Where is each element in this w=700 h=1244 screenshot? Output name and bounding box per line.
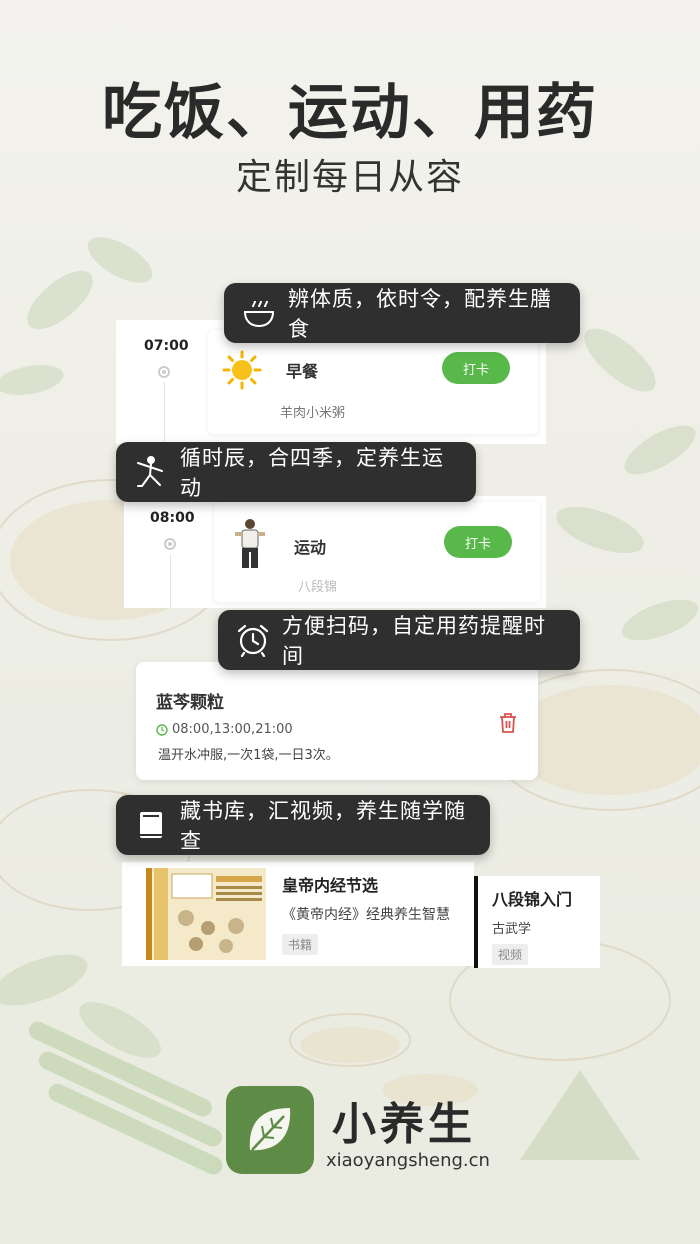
- app-name: 小养生: [332, 1099, 476, 1150]
- app-logo: [226, 1086, 314, 1174]
- exercise-item: 运动 八段锦 打卡: [214, 502, 540, 602]
- exercise-schedule-card: 08:00 运动 八段锦 打卡: [124, 496, 546, 608]
- video-title: 八段锦入门: [492, 890, 573, 909]
- timeline-dot: [158, 366, 170, 378]
- feature-text-library: 藏书库，汇视频，养生随学随查: [180, 799, 466, 853]
- video-description: 古武学: [492, 922, 532, 937]
- meal-checkin-button[interactable]: 打卡: [442, 352, 510, 384]
- bowl-icon: [242, 296, 276, 330]
- book-description: 《黄帝内经》经典养生智慧: [282, 907, 450, 923]
- alarm-clock-icon: [236, 623, 270, 657]
- book-title: 皇帝内经节选: [282, 876, 379, 895]
- exercise-title: 运动: [294, 538, 327, 557]
- timeline-line: [170, 554, 171, 608]
- medicine-times: 08:00,13:00,21:00: [156, 722, 293, 737]
- leaf-icon: [240, 1100, 300, 1160]
- feature-pill-medicine: 方便扫码，自定用药提醒时间: [218, 610, 580, 670]
- timeline-dot: [164, 538, 176, 550]
- timeline-line: [164, 382, 165, 444]
- video-tag: 视频: [492, 944, 529, 965]
- medicine-reminder-card: 蓝芩颗粒 08:00,13:00,21:00 温开水冲服,一次1袋,一日3次。: [136, 662, 538, 780]
- medicine-times-text: 08:00,13:00,21:00: [172, 722, 293, 737]
- subheadline: 定制每日从容: [235, 157, 464, 198]
- feature-pill-library: 藏书库，汇视频，养生随学随查: [116, 795, 490, 855]
- book-icon: [134, 808, 168, 842]
- headline: 吃饭、运动、用药: [102, 78, 598, 148]
- feature-text-diet: 辨体质，依时令，配养生膳食: [288, 287, 552, 341]
- sun-icon: [222, 350, 262, 390]
- clock-icon: [156, 723, 168, 736]
- feature-text-medicine: 方便扫码，自定用药提醒时间: [282, 614, 546, 668]
- feature-text-exercise: 循时辰，合四季，定养生运动: [180, 446, 444, 500]
- trash-icon[interactable]: [498, 712, 518, 734]
- medicine-instructions: 温开水冲服,一次1袋,一日3次。: [158, 748, 339, 763]
- medicine-name: 蓝芩颗粒: [156, 693, 224, 713]
- exercise-time: 08:00: [150, 510, 195, 526]
- meal-time: 07:00: [144, 338, 189, 354]
- exercise-detail: 八段锦: [298, 580, 338, 595]
- meal-detail: 羊肉小米粥: [280, 406, 346, 421]
- meal-item: 早餐 羊肉小米粥 打卡: [208, 330, 538, 434]
- library-book-card[interactable]: 皇帝内经节选 《黄帝内经》经典养生智慧 书籍: [122, 862, 474, 966]
- feature-pill-exercise: 循时辰，合四季，定养生运动: [116, 442, 476, 502]
- app-url: xiaoyangsheng.cn: [326, 1150, 490, 1171]
- library-video-card[interactable]: 八段锦入门 古武学 视频: [474, 876, 600, 968]
- book-tag: 书籍: [282, 934, 319, 955]
- exercise-checkin-button[interactable]: 打卡: [444, 526, 512, 558]
- book-cover-image: [146, 868, 266, 960]
- feature-pill-diet: 辨体质，依时令，配养生膳食: [224, 283, 580, 343]
- meal-title: 早餐: [286, 362, 319, 381]
- taichi-figure-icon: [134, 455, 168, 489]
- exercise-figure-icon: [232, 518, 268, 570]
